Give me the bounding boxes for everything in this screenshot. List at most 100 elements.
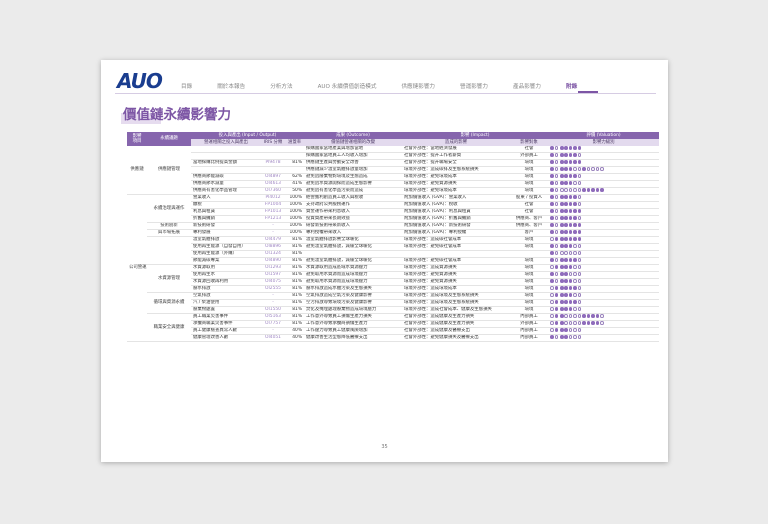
nav-item-supply-chain[interactable]: 供應鏈影響力 [401,82,435,90]
subheader-io: 營運相關之投入與產出 [191,139,261,146]
impact-cell: 社會外部性：造成健康及生產力損失 [402,313,511,321]
iris-cell: OI1293 [261,264,285,272]
rating-dot-empty [577,181,582,185]
table-row: 循環與資源永續 空氣排放 -81% 空氣排放造成空氣污染及健康影響 環境外部性：造成環境… [127,292,660,314]
impact-target-cell: 股東 / 投資人 [510,194,549,202]
rating-dot-empty [550,265,554,269]
rating-dot-filled [559,293,564,297]
impact-target-cell: 內部員工 [510,327,549,335]
table-row: 節能減碳專案 OI4890 81% 避免溫室氣體排放，減緩全球暖化 環境外部性：避免碳社… [127,257,660,265]
nav-item-products[interactable]: 產品影響力 [513,82,541,90]
impact-target-cell: 外部員工 [510,320,549,328]
table-row: 繳稅 FP1004 100% 支持政府公共服務運作 附加價值收入 (GVA)：稅收 社會 [127,201,660,209]
rating-dot-filled [568,153,573,157]
impact-cell: 附加價值收入 (GVA)：稅收 [402,201,511,209]
rating-dot-filled [564,216,568,220]
outcome-cell: 避免溫室氣體排放，減緩全球暖化 [304,243,403,251]
rating-dot-filled [564,209,568,213]
rating-dot-filled [568,223,573,227]
coverage-cell: 100% [285,194,305,202]
rating-dot-filled [554,300,559,304]
rating-dot-filled [559,272,564,276]
rating-dot-filled [573,230,577,234]
rating-dot-filled [564,335,568,339]
rating-dots [550,202,582,206]
nav-item-methodology[interactable]: 分析方法 [270,82,292,90]
rating-dot-empty [577,300,582,304]
rating-dot-filled [564,237,568,241]
rating-dot-empty [568,335,573,339]
iris-cell: OI4479 [261,236,285,244]
iris-cell: PI4012 [261,194,285,202]
rating-dot-filled [550,223,554,227]
table-row: 供應鏈減少溫室氣體排放量增加 環境外部性：造成碳排及生態系統損失 環境 [127,166,660,174]
header-valuation: 評價 (Valuation) [548,132,660,139]
nav-item-appendix[interactable]: 附錄 [566,82,577,90]
impact-rating-cell [548,264,660,272]
nav-item-value-model[interactable]: AUO 永續價值創造模式 [318,82,377,90]
rating-dot-empty [554,258,559,262]
outcome-cell: 經營獲利創造員工收入與稅收 [304,194,403,202]
impact-cell: 環境外部性：避免資源損失 [402,180,511,188]
nav-item-about-report[interactable]: 關於本報告 [217,82,245,90]
rating-dots [550,237,582,241]
coverage-cell: 81% [285,292,305,300]
io-cell: 廢棄物處置 [191,306,261,314]
impact-target-cell: 內部員工 [510,334,549,342]
rating-dot-filled [564,160,568,164]
io-cell: 員工健康檢查異常人數 [191,327,261,335]
topic-cell: 職業安全與健康 [147,313,191,342]
rating-dot-filled [559,174,564,178]
rating-dot-empty [573,314,577,318]
impact-category-cell: 供應鏈 [127,146,147,195]
rating-dot-empty [559,188,564,192]
rating-dots [550,216,582,220]
impact-target-cell: 環境 [510,285,549,293]
impact-cell: 環境外部性：避免資源損失 [402,278,511,286]
page-title-block: 價值鏈永續影響力 [121,106,231,124]
rating-dot-filled [586,314,591,318]
outcome-cell: 健康改善生活型態降低醫療支出 [304,334,403,342]
rating-dot-empty [568,188,573,192]
coverage-cell: 50% [285,187,305,195]
iris-cell: OI1550 [261,306,285,314]
impact-cell: 環境外部性：避免環境成本 [402,187,511,195]
impact-cell: 環境外部性：造成社會成本、健康及生態損失 [402,306,511,314]
rating-dot-empty [577,279,582,283]
io-cell: 承攬商職業災害事件 [191,320,261,328]
rating-dot-filled [559,286,564,290]
outcome-cell: 工作意外導致承攬商損傷生產力 [304,320,403,328]
nav-divider [115,93,656,94]
iris-cell: OI4890 [261,257,285,265]
impact-cell: 社會外部性：提升職場安全 [402,159,511,167]
iris-cell: OI5163 [261,313,285,321]
rating-dot-empty [577,272,582,276]
table-row: 供應商有害化學品管理 OI7360 50% 避免因有害化學品污染而造成 環境外部性：避免… [127,187,660,195]
impact-target-cell: 外部員工 [510,152,549,160]
io-cell: 使用再生能源（自發自用） [191,243,261,251]
rating-dot-filled [559,181,564,185]
rating-dot-empty [564,188,568,192]
outcome-cell: 避免因有害化學品污染而造成 [304,187,403,195]
rating-dot-filled [564,307,568,311]
nav-item-operations[interactable]: 營運影響力 [460,82,488,90]
impact-rating-cell [548,320,660,328]
nav-item-contents[interactable]: 目錄 [181,82,192,90]
rating-dot-filled [559,258,564,262]
outcome-cell: 專利授權帶來收入 [304,229,403,237]
report-page: AUO 目錄 關於本報告 分析方法 AUO 永續價值創造模式 供應鏈影響力 營運… [101,60,668,462]
coverage-cell: 81% [285,236,305,244]
rating-dot-filled [564,146,568,150]
rating-dot-empty [600,314,604,318]
iris-cell: OI7360 [261,187,285,195]
impact-target-cell: 客戶 [510,229,549,237]
outcome-cell: 避免取用水資源而造成環境壓力 [304,271,403,279]
rating-dot-empty [554,223,559,227]
rating-dot-filled [550,244,554,248]
coverage-cell: 100% [285,208,305,216]
rating-dot-empty [554,209,559,213]
rating-dot-filled [554,307,559,311]
topic-cell: 供應鏈管理 [147,146,191,195]
rating-dot-empty [568,272,573,276]
impact-rating-cell [548,215,660,223]
